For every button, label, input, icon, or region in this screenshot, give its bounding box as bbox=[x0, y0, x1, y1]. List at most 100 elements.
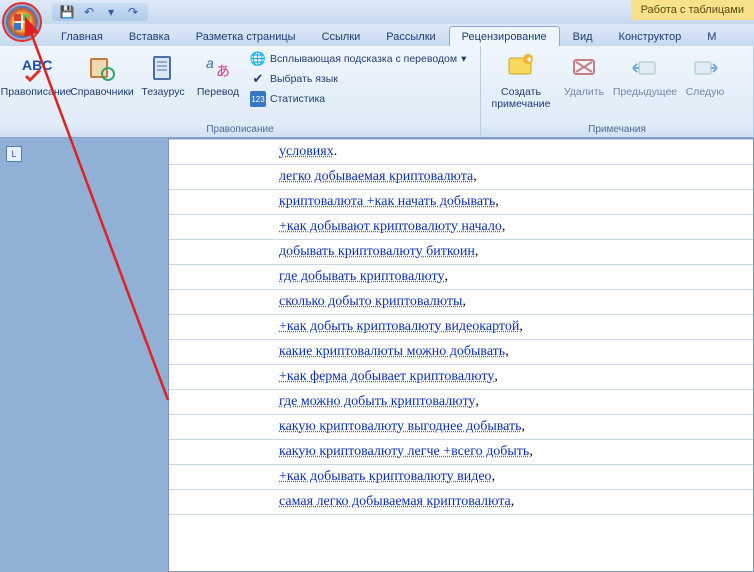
hyperlink[interactable]: криптовалюта +как начать добывать bbox=[279, 194, 495, 210]
translate-button[interactable]: aあ Перевод bbox=[192, 48, 244, 102]
references-label: Справочники bbox=[70, 86, 134, 98]
hyperlink[interactable]: где можно добыть криптовалюту bbox=[279, 394, 475, 410]
delete-comment-button[interactable]: Удалить bbox=[559, 48, 609, 102]
prev-icon bbox=[629, 52, 661, 84]
table-row: криптовалюта +как начать добывать, bbox=[169, 189, 753, 215]
row-suffix: , bbox=[529, 444, 533, 460]
tab-4[interactable]: Рассылки bbox=[373, 26, 448, 46]
new-comment-button[interactable]: ✦ Создать примечание bbox=[485, 48, 557, 114]
hyperlink[interactable]: добывать криптовалюту биткоин bbox=[279, 244, 475, 260]
spellcheck-icon: ABC bbox=[20, 52, 52, 84]
table-row: +как добыть криптовалюту видеокартой, bbox=[169, 314, 753, 340]
translation-tooltip-button[interactable]: 🌐 Всплывающая подсказка с переводом ▾ bbox=[248, 50, 474, 68]
hyperlink[interactable]: самая легко добываемая криптовалюта bbox=[279, 494, 511, 510]
table-row: +как добывать криптовалюту видео, bbox=[169, 464, 753, 490]
row-suffix: , bbox=[445, 269, 449, 285]
undo-icon[interactable]: ↶ bbox=[82, 5, 96, 19]
dropdown-icon[interactable]: ▾ bbox=[104, 5, 118, 19]
hyperlink[interactable]: +как добыть криптовалюту видеокартой bbox=[279, 319, 519, 335]
office-button[interactable] bbox=[4, 4, 40, 40]
check-icon: ✔ bbox=[250, 71, 266, 87]
hyperlink[interactable]: условиях bbox=[279, 144, 334, 160]
group-comments-label: Примечания bbox=[481, 122, 753, 137]
row-suffix: , bbox=[462, 294, 466, 310]
group-proofing: ABC Правописание Справочники Тезаурус aあ… bbox=[0, 46, 481, 137]
dropdown-arrow-icon: ▾ bbox=[461, 53, 466, 65]
svg-text:✦: ✦ bbox=[525, 55, 533, 66]
hyperlink[interactable]: где добывать криптовалюту bbox=[279, 269, 445, 285]
row-suffix: , bbox=[495, 194, 499, 210]
hyperlink[interactable]: какую криптовалюту легче +всего добыть bbox=[279, 444, 529, 460]
hyperlink[interactable]: легко добываемая криптовалюта bbox=[279, 169, 473, 185]
table-row: условиях. bbox=[169, 139, 753, 165]
tab-2[interactable]: Разметка страницы bbox=[183, 26, 309, 46]
table-row: +как ферма добывает криптовалюту, bbox=[169, 364, 753, 390]
hyperlink[interactable]: +как добывают криптовалюту начало bbox=[279, 219, 502, 235]
save-icon[interactable]: 💾 bbox=[60, 5, 74, 19]
table-row: где добывать криптовалюту, bbox=[169, 264, 753, 290]
new-comment-label: Создать примечание bbox=[487, 86, 555, 110]
next-label: Следую bbox=[686, 86, 725, 98]
tab-selector-icon[interactable]: L bbox=[6, 146, 22, 162]
spellcheck-label: Правописание bbox=[1, 86, 72, 98]
statistics-button[interactable]: 123 Статистика bbox=[248, 90, 474, 108]
delete-label: Удалить bbox=[564, 86, 604, 98]
redo-icon[interactable]: ↷ bbox=[126, 5, 140, 19]
references-icon bbox=[86, 52, 118, 84]
row-suffix: , bbox=[522, 419, 526, 435]
translate-label: Перевод bbox=[197, 86, 239, 98]
next-comment-button[interactable]: Следую bbox=[681, 48, 729, 102]
row-suffix: , bbox=[511, 494, 515, 510]
tab-1[interactable]: Вставка bbox=[116, 26, 183, 46]
row-suffix: , bbox=[473, 169, 477, 185]
delete-icon bbox=[568, 52, 600, 84]
spellcheck-button[interactable]: ABC Правописание bbox=[4, 48, 68, 102]
row-suffix: , bbox=[475, 394, 479, 410]
hyperlink[interactable]: +как добывать криптовалюту видео bbox=[279, 469, 492, 485]
table-row: какую криптовалюту выгоднее добывать, bbox=[169, 414, 753, 440]
prev-comment-button[interactable]: Предыдущее bbox=[611, 48, 679, 102]
choose-language-button[interactable]: ✔ Выбрать язык bbox=[248, 70, 474, 88]
tab-8[interactable]: М bbox=[694, 26, 729, 46]
next-icon bbox=[689, 52, 721, 84]
table-row: добывать криптовалюту биткоин, bbox=[169, 239, 753, 265]
thesaurus-icon bbox=[147, 52, 179, 84]
table-row: где можно добыть криптовалюту, bbox=[169, 389, 753, 415]
globe-icon: 🌐 bbox=[250, 51, 266, 67]
contextual-tab-label: Работа с таблицами bbox=[631, 0, 754, 20]
tab-0[interactable]: Главная bbox=[48, 26, 116, 46]
tab-7[interactable]: Конструктор bbox=[606, 26, 695, 46]
row-suffix: , bbox=[475, 244, 479, 260]
proofing-small-buttons: 🌐 Всплывающая подсказка с переводом ▾ ✔ … bbox=[246, 48, 476, 110]
row-suffix: , bbox=[494, 369, 498, 385]
row-suffix: , bbox=[502, 219, 506, 235]
row-suffix: , bbox=[505, 344, 509, 360]
row-suffix: . bbox=[334, 144, 338, 160]
hyperlink[interactable]: какую криптовалюту выгоднее добывать bbox=[279, 419, 522, 435]
tab-5[interactable]: Рецензирование bbox=[449, 26, 560, 46]
new-comment-icon: ✦ bbox=[505, 52, 537, 84]
document-page: условиях.легко добываемая криптовалюта,к… bbox=[168, 138, 754, 572]
title-bar: 💾 ↶ ▾ ↷ Работа с таблицами bbox=[0, 0, 754, 24]
hyperlink[interactable]: +как ферма добывает криптовалюту bbox=[279, 369, 494, 385]
workspace: L условиях.легко добываемая криптовалюта… bbox=[0, 138, 754, 572]
thesaurus-label: Тезаурус bbox=[141, 86, 184, 98]
group-comments: ✦ Создать примечание Удалить Предыдущее … bbox=[481, 46, 754, 137]
hyperlink[interactable]: сколько добыто криптовалюты bbox=[279, 294, 462, 310]
row-suffix: , bbox=[492, 469, 496, 485]
office-logo-icon bbox=[12, 12, 32, 32]
table-row: легко добываемая криптовалюта, bbox=[169, 164, 753, 190]
svg-text:a: a bbox=[206, 55, 214, 71]
svg-text:あ: あ bbox=[216, 63, 230, 79]
tab-3[interactable]: Ссылки bbox=[309, 26, 374, 46]
group-proofing-label: Правописание bbox=[0, 122, 480, 137]
thesaurus-button[interactable]: Тезаурус bbox=[136, 48, 190, 102]
references-button[interactable]: Справочники bbox=[70, 48, 134, 102]
prev-label: Предыдущее bbox=[613, 86, 677, 98]
table-row: сколько добыто криптовалюты, bbox=[169, 289, 753, 315]
table-row: самая легко добываемая криптовалюта, bbox=[169, 489, 753, 515]
tab-6[interactable]: Вид bbox=[560, 26, 606, 46]
ribbon-tabs: ГлавнаяВставкаРазметка страницыСсылкиРас… bbox=[0, 24, 754, 46]
hyperlink[interactable]: какие криптовалюты можно добывать bbox=[279, 344, 505, 360]
ribbon: ABC Правописание Справочники Тезаурус aあ… bbox=[0, 46, 754, 138]
